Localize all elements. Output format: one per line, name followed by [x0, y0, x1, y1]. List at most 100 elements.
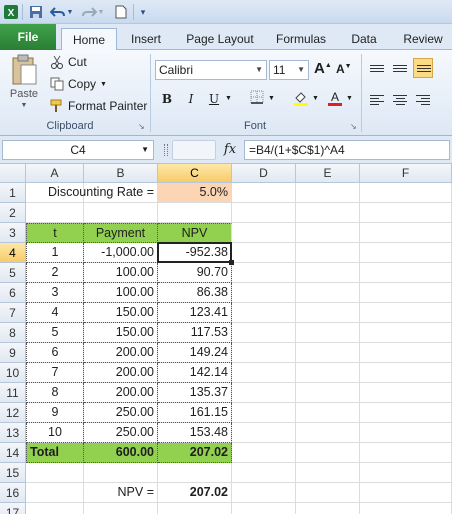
font-color-icon[interactable]: A — [326, 90, 344, 108]
cell[interactable] — [360, 403, 452, 423]
header-t[interactable]: t — [26, 223, 84, 243]
cell[interactable] — [84, 503, 158, 514]
cell[interactable] — [296, 243, 360, 263]
payment-cell[interactable]: 150.00 — [84, 303, 158, 323]
row-header-6[interactable]: 6 — [0, 283, 26, 303]
payment-cell[interactable]: 100.00 — [84, 283, 158, 303]
worksheet-grid[interactable]: A B C D E F 1 2 3 4 5 6 7 8 9 10 11 12 13 14 15 16 17 Discounti… — [0, 164, 452, 514]
increase-font-size-icon[interactable]: A▲ — [314, 60, 332, 77]
cell[interactable] — [296, 363, 360, 383]
cell[interactable] — [84, 203, 158, 223]
select-all-corner[interactable] — [0, 164, 26, 183]
insert-function-button[interactable]: fx — [220, 140, 240, 160]
formula-bar-resize-handle[interactable] — [164, 144, 168, 156]
align-bottom-icon[interactable] — [413, 58, 433, 78]
cell[interactable] — [84, 463, 158, 483]
row-header-14[interactable]: 14 — [0, 443, 26, 463]
column-header-f[interactable]: F — [360, 164, 452, 183]
npv-cell[interactable]: 161.15 — [158, 403, 232, 423]
cell[interactable] — [296, 423, 360, 443]
period-cell[interactable]: 7 — [26, 363, 84, 383]
payment-cell[interactable]: 100.00 — [84, 263, 158, 283]
cell[interactable] — [360, 183, 452, 203]
font-size-select[interactable]: 11 ▼ — [269, 60, 309, 80]
npv-cell[interactable]: 142.14 — [158, 363, 232, 383]
cell[interactable] — [232, 303, 296, 323]
cell[interactable] — [296, 283, 360, 303]
clipboard-dialog-launcher-icon[interactable]: ↘ — [138, 122, 145, 131]
cell[interactable] — [232, 503, 296, 514]
align-top-icon[interactable] — [367, 58, 387, 78]
align-right-icon[interactable] — [413, 90, 433, 110]
npv-value[interactable]: 207.02 — [158, 483, 232, 503]
total-payment[interactable]: 600.00 — [84, 443, 158, 463]
npv-cell[interactable]: 123.41 — [158, 303, 232, 323]
excel-app-icon[interactable]: X — [2, 3, 20, 21]
fill-handle[interactable] — [229, 260, 234, 265]
cell[interactable] — [296, 263, 360, 283]
bold-button[interactable]: B — [158, 90, 176, 108]
cell[interactable] — [360, 423, 452, 443]
borders-dropdown-icon[interactable]: ▼ — [268, 95, 275, 102]
total-label[interactable]: Total — [26, 443, 84, 463]
cell[interactable] — [26, 463, 84, 483]
npv-cell[interactable]: -952.38 — [158, 243, 232, 263]
npv-cell[interactable]: 135.37 — [158, 383, 232, 403]
cell[interactable] — [232, 263, 296, 283]
header-payment[interactable]: Payment — [84, 223, 158, 243]
font-dialog-launcher-icon[interactable]: ↘ — [350, 122, 357, 131]
period-cell[interactable]: 4 — [26, 303, 84, 323]
cell[interactable] — [232, 403, 296, 423]
cell[interactable] — [158, 503, 232, 514]
cell[interactable] — [296, 183, 360, 203]
payment-cell[interactable]: -1,000.00 — [84, 243, 158, 263]
column-header-c[interactable]: C — [158, 164, 232, 183]
cell[interactable] — [360, 483, 452, 503]
row-header-7[interactable]: 7 — [0, 303, 26, 323]
cell[interactable] — [360, 203, 452, 223]
period-cell[interactable]: 2 — [26, 263, 84, 283]
undo-dropdown-icon[interactable]: ▼ — [65, 3, 75, 21]
payment-cell[interactable]: 250.00 — [84, 423, 158, 443]
row-header-12[interactable]: 12 — [0, 403, 26, 423]
column-header-a[interactable]: A — [26, 164, 84, 183]
cell[interactable] — [360, 463, 452, 483]
tab-data[interactable]: Data — [346, 28, 382, 50]
cell[interactable] — [232, 443, 296, 463]
tab-insert[interactable]: Insert — [124, 28, 168, 50]
period-cell[interactable]: 8 — [26, 383, 84, 403]
cell[interactable] — [232, 343, 296, 363]
cell[interactable] — [232, 223, 296, 243]
cell[interactable] — [360, 363, 452, 383]
period-cell[interactable]: 1 — [26, 243, 84, 263]
align-center-icon[interactable] — [390, 90, 410, 110]
cell[interactable] — [360, 303, 452, 323]
npv-cell[interactable]: 86.38 — [158, 283, 232, 303]
row-header-10[interactable]: 10 — [0, 363, 26, 383]
font-color-dropdown-icon[interactable]: ▼ — [346, 95, 353, 102]
name-box[interactable]: C4 ▼ — [2, 140, 154, 160]
cell[interactable] — [360, 263, 452, 283]
cell[interactable] — [296, 343, 360, 363]
borders-icon[interactable] — [248, 90, 266, 108]
period-cell[interactable]: 3 — [26, 283, 84, 303]
cell[interactable] — [360, 503, 452, 514]
cell[interactable] — [296, 403, 360, 423]
cell[interactable] — [232, 463, 296, 483]
cell[interactable] — [26, 503, 84, 514]
cell[interactable] — [232, 283, 296, 303]
row-header-3[interactable]: 3 — [0, 223, 26, 243]
payment-cell[interactable]: 200.00 — [84, 383, 158, 403]
npv-cell[interactable]: 153.48 — [158, 423, 232, 443]
tab-page-layout[interactable]: Page Layout — [182, 28, 258, 50]
new-document-icon[interactable] — [112, 3, 130, 21]
cell[interactable] — [232, 243, 296, 263]
tab-home[interactable]: Home — [61, 28, 117, 51]
row-header-15[interactable]: 15 — [0, 463, 26, 483]
header-npv[interactable]: NPV — [158, 223, 232, 243]
row-header-17[interactable]: 17 — [0, 503, 26, 514]
cell[interactable] — [232, 323, 296, 343]
column-header-b[interactable]: B — [84, 164, 158, 183]
column-header-e[interactable]: E — [296, 164, 360, 183]
cell[interactable] — [360, 283, 452, 303]
